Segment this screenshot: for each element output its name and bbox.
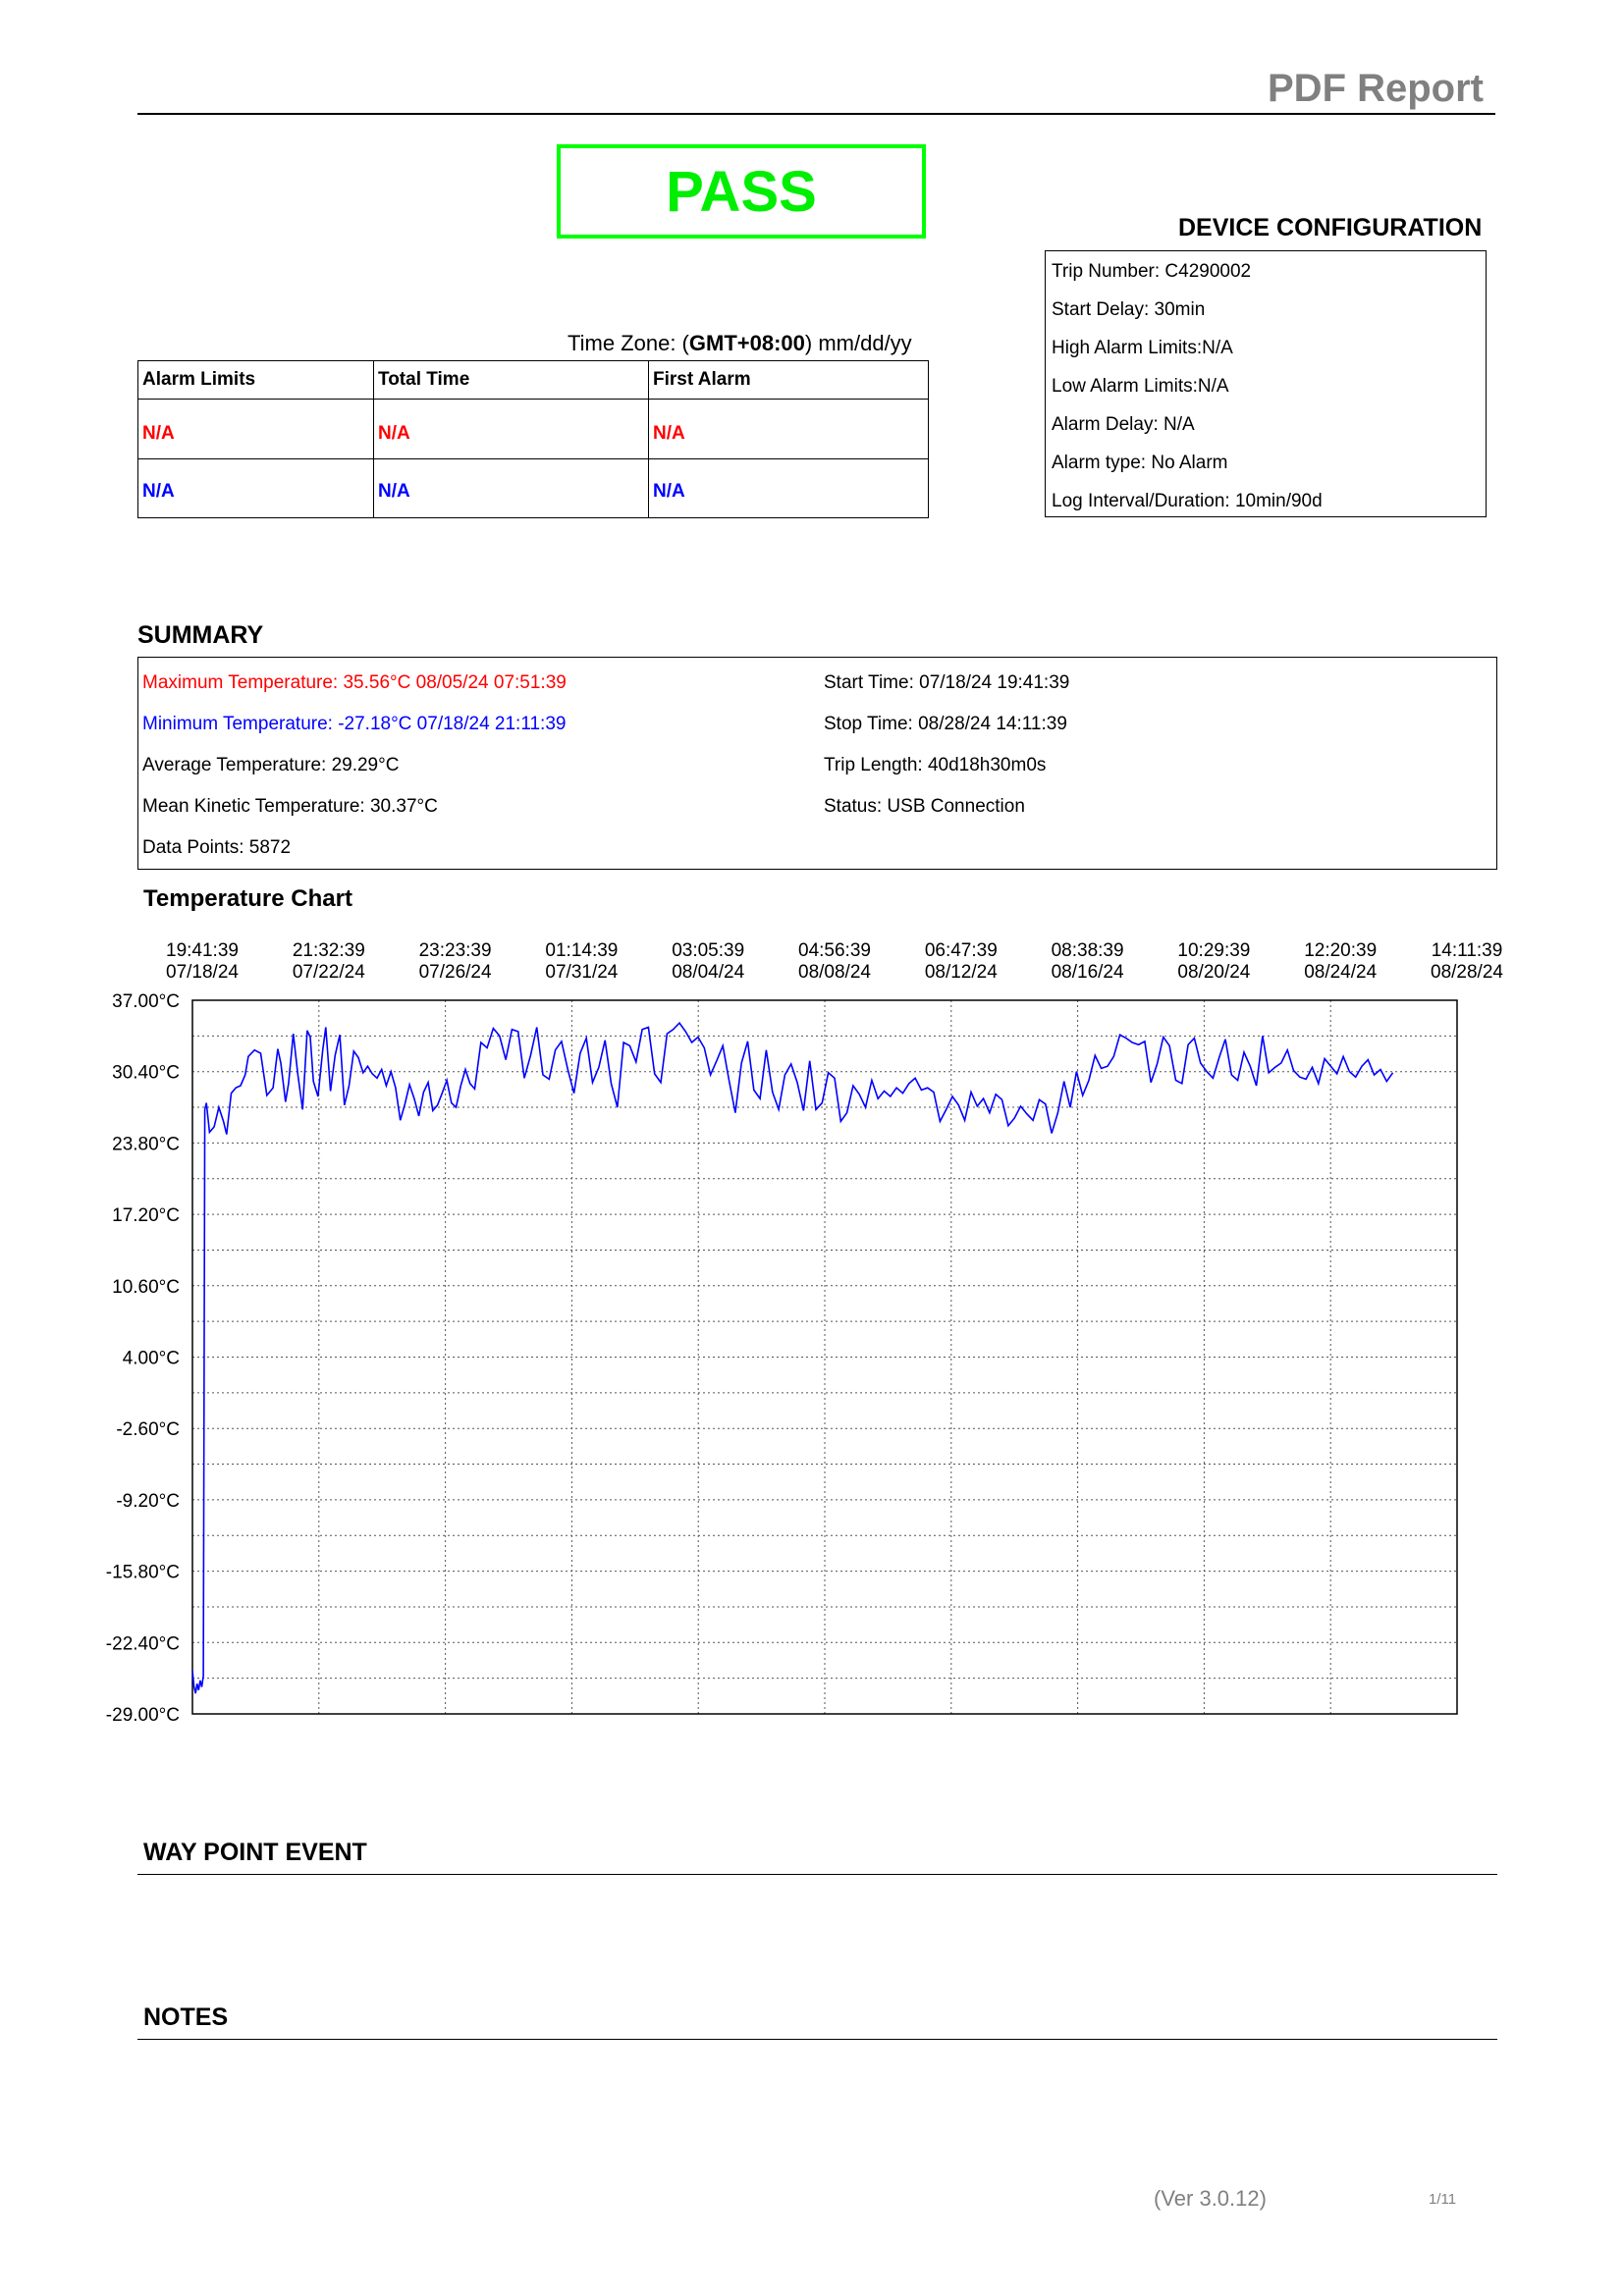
header-divider — [137, 113, 1495, 115]
device-config-box: Trip Number: C4290002 Start Delay: 30min… — [1045, 250, 1487, 517]
table-header-first-alarm: First Alarm — [653, 369, 751, 390]
y-tick-label: -9.20°C — [116, 1491, 180, 1512]
x-tick-date-label: 08/20/24 — [1177, 962, 1250, 983]
x-tick-date-label: 08/16/24 — [1052, 962, 1124, 983]
table-column-divider — [648, 361, 649, 517]
config-alarm-type: Alarm type: No Alarm — [1052, 453, 1228, 473]
y-tick-label: 23.80°C — [112, 1134, 180, 1154]
table-cell-high-total-time: N/A — [378, 423, 410, 444]
summary-start-time: Start Time: 07/18/24 19:41:39 — [824, 672, 1070, 693]
summary-min-temperature: Minimum Temperature: -27.18°C 07/18/24 2… — [142, 714, 567, 734]
table-row-divider — [138, 399, 928, 400]
x-tick-date-label: 07/18/24 — [166, 962, 239, 983]
x-tick-time-label: 23:23:39 — [419, 940, 492, 961]
summary-heading: SUMMARY — [137, 621, 264, 649]
timezone-prefix: Time Zone: ( — [568, 331, 689, 355]
x-tick-time-label: 04:56:39 — [798, 940, 871, 961]
config-alarm-delay: Alarm Delay: N/A — [1052, 414, 1195, 435]
x-tick-date-label: 07/26/24 — [419, 962, 492, 983]
summary-mkt: Mean Kinetic Temperature: 30.37°C — [142, 796, 438, 817]
result-label: PASS — [666, 159, 817, 224]
result-badge: PASS — [557, 144, 926, 239]
page-number: 1/11 — [1429, 2191, 1457, 2208]
config-log-interval: Log Interval/Duration: 10min/90d — [1052, 491, 1323, 511]
alarm-table: Alarm Limits Total Time First Alarm N/A … — [137, 360, 929, 518]
config-trip-number: Trip Number: C4290002 — [1052, 261, 1252, 282]
y-tick-label: -2.60°C — [116, 1419, 180, 1440]
x-tick-time-label: 08:38:39 — [1052, 940, 1124, 961]
y-tick-label: -29.00°C — [106, 1705, 180, 1726]
x-tick-date-label: 08/08/24 — [798, 962, 871, 983]
table-cell-high-alarm-limits: N/A — [142, 423, 175, 444]
summary-status: Status: USB Connection — [824, 796, 1025, 817]
summary-stop-time: Stop Time: 08/28/24 14:11:39 — [824, 714, 1067, 734]
summary-data-points: Data Points: 5872 — [142, 837, 292, 858]
table-column-divider — [373, 361, 374, 517]
table-row-divider — [138, 458, 928, 459]
x-tick-date-label: 08/28/24 — [1431, 962, 1503, 983]
report-title: PDF Report — [1268, 67, 1484, 110]
temperature-chart: 19:41:3907/18/24 21:32:3907/22/24 23:23:39… — [106, 940, 1504, 1726]
waypoint-divider — [137, 1874, 1497, 1875]
waypoint-heading: WAY POINT EVENT — [143, 1839, 367, 1866]
x-tick-time-label: 12:20:39 — [1304, 940, 1377, 961]
notes-heading: NOTES — [143, 2003, 229, 2031]
y-tick-label: -15.80°C — [106, 1563, 180, 1583]
summary-trip-length: Trip Length: 40d18h30m0s — [824, 755, 1047, 775]
y-tick-label: 4.00°C — [123, 1349, 180, 1369]
y-tick-label: 17.20°C — [112, 1205, 180, 1226]
summary-average-temperature: Average Temperature: 29.29°C — [142, 755, 400, 775]
x-tick-time-label: 19:41:39 — [166, 940, 239, 961]
summary-max-temperature: Maximum Temperature: 35.56°C 08/05/24 07… — [142, 672, 567, 693]
summary-box: Maximum Temperature: 35.56°C 08/05/24 07… — [137, 657, 1497, 870]
x-tick-time-label: 01:14:39 — [545, 940, 618, 961]
x-tick-date-label: 08/12/24 — [925, 962, 998, 983]
config-low-alarm-limits: Low Alarm Limits:N/A — [1052, 376, 1229, 397]
device-config-heading: DEVICE CONFIGURATION — [1178, 214, 1483, 241]
table-header-alarm-limits: Alarm Limits — [142, 369, 256, 390]
chart-plot-frame — [191, 999, 1458, 1715]
y-tick-label: 10.60°C — [112, 1277, 180, 1298]
version-label: (Ver 3.0.12) — [1154, 2186, 1267, 2211]
table-cell-low-alarm-limits: N/A — [142, 481, 175, 502]
x-tick-date-label: 08/24/24 — [1304, 962, 1377, 983]
timezone-suffix: ) mm/dd/yy — [804, 331, 912, 355]
timezone-value: GMT+08:00 — [688, 331, 805, 355]
chart-grid — [192, 1000, 1457, 1714]
chart-x-axis: 19:41:3907/18/24 21:32:3907/22/24 23:23:39… — [166, 940, 1503, 983]
chart-title: Temperature Chart — [143, 885, 352, 912]
x-tick-time-label: 03:05:39 — [672, 940, 744, 961]
config-high-alarm-limits: High Alarm Limits:N/A — [1052, 338, 1233, 358]
chart-y-axis: 37.00°C 30.40°C 23.80°C 17.20°C 10.60°C 4.00°… — [106, 991, 180, 1726]
x-tick-time-label: 14:11:39 — [1432, 940, 1503, 961]
temperature-series-line — [191, 1021, 1394, 1694]
x-tick-time-label: 06:47:39 — [925, 940, 998, 961]
table-cell-low-first-alarm: N/A — [653, 481, 685, 502]
table-header-total-time: Total Time — [378, 369, 470, 390]
y-tick-label: -22.40°C — [106, 1633, 180, 1654]
notes-divider — [137, 2039, 1497, 2040]
table-cell-low-total-time: N/A — [378, 481, 410, 502]
x-tick-time-label: 10:29:39 — [1177, 940, 1250, 961]
config-start-delay: Start Delay: 30min — [1052, 299, 1206, 320]
table-cell-high-first-alarm: N/A — [653, 423, 685, 444]
timezone-line: Time Zone: (GMT+08:00) mm/dd/yy — [568, 331, 912, 356]
x-tick-date-label: 07/31/24 — [545, 962, 618, 983]
x-tick-date-label: 08/04/24 — [672, 962, 744, 983]
x-tick-time-label: 21:32:39 — [293, 940, 365, 961]
y-tick-label: 30.40°C — [112, 1063, 180, 1084]
y-tick-label: 37.00°C — [112, 991, 180, 1012]
x-tick-date-label: 07/22/24 — [293, 962, 365, 983]
